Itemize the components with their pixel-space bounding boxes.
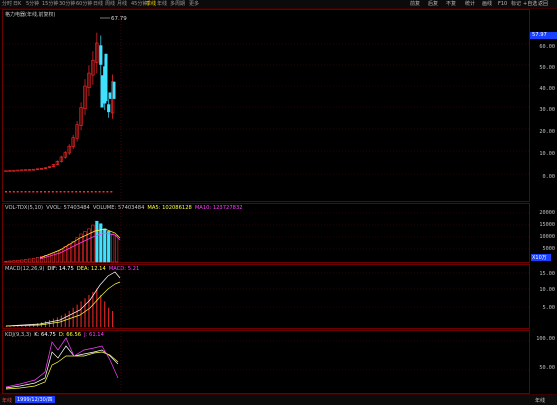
candle-body-down xyxy=(108,92,112,99)
volume-bar xyxy=(75,237,79,263)
base-mark xyxy=(16,191,19,193)
candle-body xyxy=(4,170,8,173)
base-mark xyxy=(44,191,46,193)
base-mark xyxy=(28,191,31,193)
volume-bar xyxy=(32,258,36,263)
candle-body xyxy=(20,169,24,172)
volume-bar xyxy=(71,241,75,263)
base-mark xyxy=(8,191,11,193)
base-mark xyxy=(5,191,7,193)
volume-bar xyxy=(67,243,71,263)
macd-dea-line xyxy=(5,281,121,327)
volume-bar xyxy=(55,250,59,263)
base-mark xyxy=(86,191,89,193)
base-mark xyxy=(83,191,85,193)
candle-body xyxy=(24,169,28,171)
volume-bar xyxy=(107,231,111,263)
candle-body xyxy=(107,104,111,113)
candle-body-down xyxy=(104,53,108,102)
candle-body xyxy=(12,169,16,172)
volume-bar xyxy=(16,260,20,263)
volume-bar xyxy=(8,260,12,263)
base-mark xyxy=(12,191,15,193)
candle-body xyxy=(99,45,103,65)
candle-body xyxy=(28,169,32,171)
candle-body-down xyxy=(100,75,104,108)
base-mark xyxy=(24,191,27,193)
base-mark xyxy=(55,191,58,193)
base-mark xyxy=(102,191,105,193)
macd-dif-line xyxy=(5,271,121,327)
candle-body xyxy=(16,169,20,172)
base-mark xyxy=(40,191,43,193)
kdj-j-line xyxy=(5,337,119,388)
volume-bar xyxy=(12,260,16,263)
base-mark xyxy=(106,191,109,193)
base-mark xyxy=(63,191,66,193)
base-mark xyxy=(98,191,101,193)
base-mark xyxy=(32,191,35,193)
base-mark xyxy=(36,191,39,193)
high-price-label: 67.79 xyxy=(111,16,127,22)
base-mark xyxy=(79,191,82,193)
volume-bar xyxy=(111,233,115,263)
base-mark xyxy=(51,191,54,193)
candle-body-down xyxy=(112,81,116,99)
base-mark xyxy=(94,191,97,193)
base-mark xyxy=(67,191,70,193)
volume-bar xyxy=(35,257,40,263)
volume-bar xyxy=(91,224,95,263)
base-mark xyxy=(90,191,93,193)
base-mark xyxy=(20,191,23,193)
volume-bar xyxy=(28,258,32,263)
volume-bar xyxy=(4,260,8,263)
volume-bar xyxy=(115,234,119,263)
volume-bar xyxy=(20,259,24,263)
base-mark xyxy=(75,191,78,193)
volume-bar xyxy=(59,248,63,263)
volume-bar xyxy=(24,259,28,263)
candle-body xyxy=(8,170,12,172)
volume-bar xyxy=(103,228,107,263)
volume-bar xyxy=(47,254,52,263)
base-mark xyxy=(71,191,74,193)
base-mark xyxy=(47,191,50,193)
chart-graphics: 67.79 xyxy=(3,9,529,394)
base-mark xyxy=(59,191,62,193)
volume-bar xyxy=(95,220,99,263)
base-mark xyxy=(110,191,113,193)
